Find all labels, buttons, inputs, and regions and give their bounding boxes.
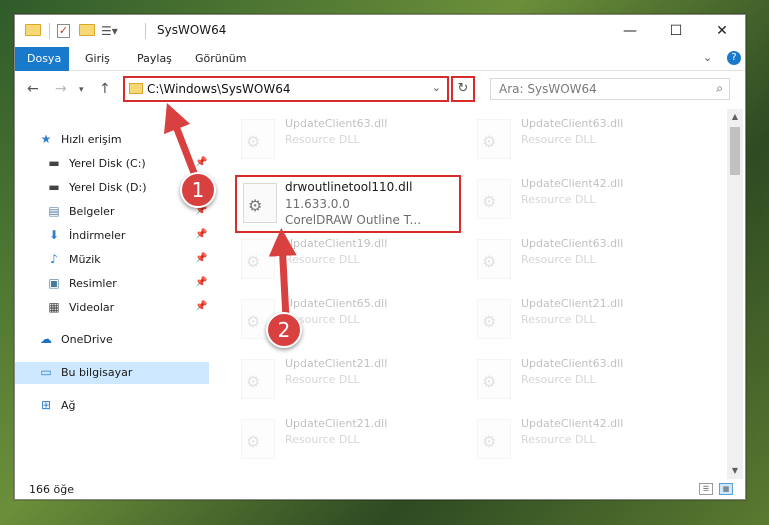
arrow-to-address-bar <box>163 102 201 183</box>
step-1-badge: 1 <box>180 172 216 208</box>
arrow-to-file <box>268 228 297 323</box>
step-2-badge: 2 <box>266 312 302 348</box>
annotation-arrows <box>163 102 297 323</box>
